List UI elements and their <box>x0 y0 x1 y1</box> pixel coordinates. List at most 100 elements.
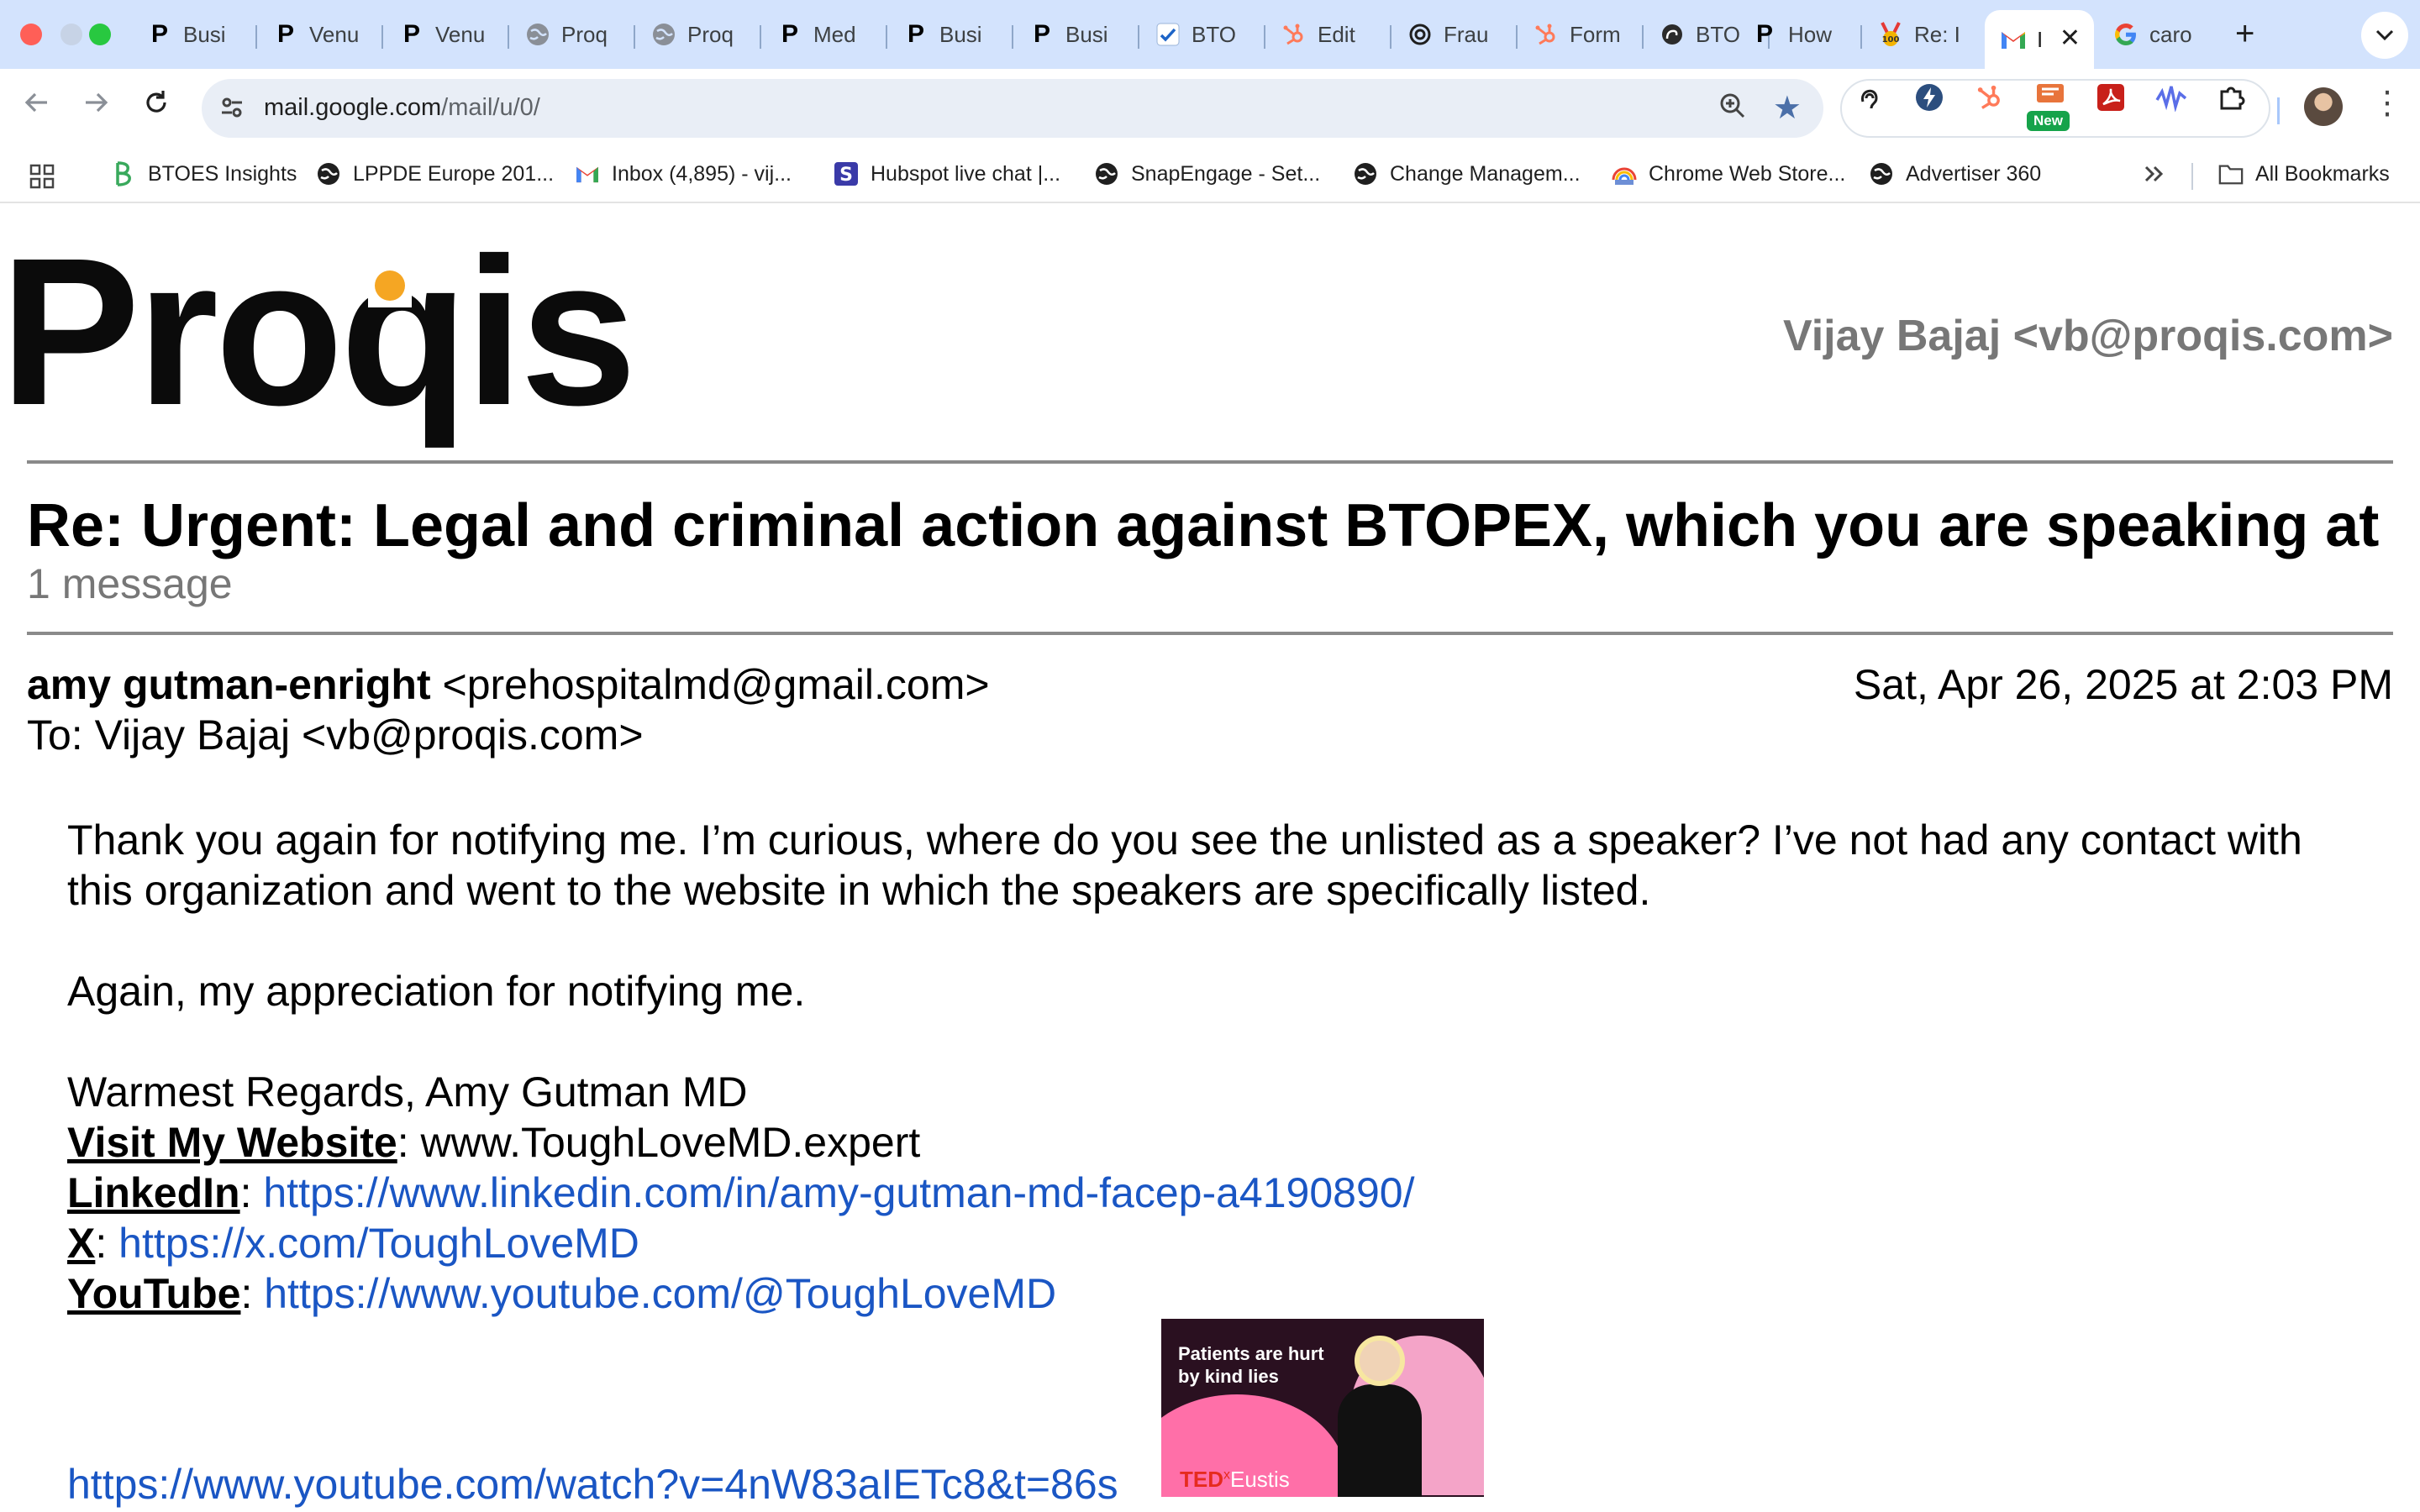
checkmark-icon <box>1155 21 1181 48</box>
bookmark-advertiser-360[interactable]: Advertiser 360 <box>1869 161 2041 186</box>
new-tab-button[interactable]: + <box>2235 15 2254 53</box>
bookmark-hubspot-live-chat[interactable]: S Hubspot live chat |... <box>834 161 1060 186</box>
pdf-extension-icon[interactable] <box>2094 81 2128 114</box>
bookmark-lppde[interactable]: LPPDE Europe 201... <box>316 161 554 186</box>
arrow-right-icon <box>86 92 108 113</box>
minimize-window-button[interactable] <box>60 24 82 45</box>
linkedin-link[interactable]: https://www.linkedin.com/in/amy-gutman-m… <box>263 1169 1414 1216</box>
chrome-menu-icon[interactable]: ⋮ <box>2371 84 2403 122</box>
proqis-logo: Proqis <box>0 214 637 449</box>
s-box-icon: S <box>834 161 859 186</box>
globe-icon <box>524 21 551 48</box>
signoff: Warmest Regards, Amy Gutman MD <box>67 1068 748 1116</box>
fullscreen-window-button[interactable] <box>89 24 111 45</box>
arrow-left-icon <box>24 92 47 113</box>
back-button[interactable] <box>22 87 52 126</box>
forward-button[interactable] <box>81 87 111 126</box>
svg-text:S: S <box>839 165 853 186</box>
google-icon <box>2112 21 2139 48</box>
tab-venu-1[interactable]: P Venu <box>257 12 381 57</box>
tab-re[interactable]: 100 Re: I <box>1862 12 1986 57</box>
body-paragraph: Thank you again for notifying me. I’m cu… <box>67 816 2302 914</box>
bookmark-inbox[interactable]: Inbox (4,895) - vij... <box>575 161 792 186</box>
audio-wave-extension-icon[interactable] <box>2154 81 2188 114</box>
x-label[interactable]: X <box>67 1220 95 1267</box>
bolt-extension-icon[interactable] <box>1912 81 1946 114</box>
profile-avatar[interactable] <box>2304 87 2343 126</box>
bookmark-btoes-insights[interactable]: BTOES Insights <box>111 161 297 186</box>
tab-busi-2[interactable]: P Busi <box>887 12 1012 57</box>
sender-line: amy gutman-enright <prehospitalmd@gmail.… <box>27 660 990 709</box>
email-subject: Re: Urgent: Legal and criminal action ag… <box>27 492 2380 559</box>
all-bookmarks-button[interactable]: All Bookmarks <box>2218 161 2390 186</box>
tab-busi-1[interactable]: P Busi <box>131 12 255 57</box>
double-chevron-right-icon <box>2144 165 2164 182</box>
btoes-icon <box>111 161 136 186</box>
browser-toolbar: mail.google.com/mail/u/0/ ★ New ⋮ <box>0 69 2420 146</box>
youtube-link[interactable]: https://www.youtube.com/@ToughLoveMD <box>264 1270 1056 1317</box>
reload-button[interactable] <box>141 87 171 126</box>
ear-extension-icon[interactable] <box>1852 81 1886 114</box>
bookmark-change-management[interactable]: Change Managem... <box>1353 161 1581 186</box>
youtube-label[interactable]: YouTube <box>67 1270 240 1317</box>
bookmarks-bar: BTOES Insights LPPDE Europe 201... Inbox… <box>0 146 2420 203</box>
tab-frau[interactable]: Frau <box>1392 12 1516 57</box>
website-value: : www.ToughLoveMD.expert <box>397 1119 921 1166</box>
site-info-icon[interactable] <box>218 94 245 128</box>
linkedin-label[interactable]: LinkedIn <box>67 1169 240 1216</box>
hubspot-extension-icon[interactable] <box>1973 81 2007 114</box>
x-link[interactable]: https://x.com/ToughLoveMD <box>118 1220 639 1267</box>
tab-proq-1[interactable]: Proq <box>509 12 634 57</box>
tab-search-button[interactable] <box>2361 12 2408 59</box>
tab-form[interactable]: Form <box>1518 12 1642 57</box>
tab-busi-3[interactable]: P Busi <box>1013 12 1138 57</box>
linkedin-line: LinkedIn: https://www.linkedin.com/in/am… <box>67 1169 1415 1216</box>
zoom-icon[interactable] <box>1718 91 1748 128</box>
youtube-line: YouTube: https://www.youtube.com/@ToughL… <box>67 1270 1057 1317</box>
p-logo-icon: P <box>402 20 420 48</box>
globe-icon <box>1869 161 1894 186</box>
message-count: 1 message <box>27 560 233 607</box>
url-text: mail.google.com/mail/u/0/ <box>264 94 540 121</box>
email-date: Sat, Apr 26, 2025 at 2:03 PM <box>1853 661 2393 708</box>
x-line: X: https://x.com/ToughLoveMD <box>67 1220 639 1267</box>
divider <box>27 460 2393 464</box>
globe-icon <box>1353 161 1378 186</box>
body-paragraph: Again, my appreciation for notifying me. <box>67 968 806 1015</box>
gmail-icon <box>575 161 600 186</box>
address-bar[interactable]: mail.google.com/mail/u/0/ ★ <box>202 79 1823 138</box>
bookmark-star-icon[interactable]: ★ <box>1773 89 1802 127</box>
globe-icon <box>650 21 677 48</box>
gmail-icon <box>2000 26 2027 53</box>
tab-caro[interactable]: caro <box>2097 12 2222 57</box>
p-logo-icon: P <box>1755 20 1773 48</box>
apps-grid-icon[interactable] <box>29 163 55 197</box>
sender-email: <prehospitalmd@gmail.com> <box>442 661 990 708</box>
tab-how[interactable]: P How <box>1736 12 1860 57</box>
video-thumbnail[interactable]: Patients are hurt by kind lies TEDxEusti… <box>1161 1319 1484 1497</box>
website-line: Visit My Website: www.ToughLoveMD.expert <box>67 1117 2353 1168</box>
youtube-video-link[interactable]: https://www.youtube.com/watch?v=4nW83aIE… <box>67 1460 1118 1509</box>
close-tab-icon[interactable]: ✕ <box>2060 24 2081 53</box>
close-window-button[interactable] <box>20 24 42 45</box>
tab-edit[interactable]: Edit <box>1265 12 1390 57</box>
logo-dot <box>375 270 405 301</box>
tab-bto-1[interactable]: BTO <box>1139 12 1264 57</box>
tab-venu-2[interactable]: P Venu <box>383 12 508 57</box>
chevron-down-icon <box>2375 29 2394 41</box>
website-label[interactable]: Visit My Website <box>67 1119 397 1166</box>
tab-med[interactable]: P Med <box>761 12 886 57</box>
bookmark-chrome-web-store[interactable]: Chrome Web Store... <box>1612 161 1845 186</box>
folder-icon <box>2218 161 2244 186</box>
new-extension-icon[interactable] <box>2033 81 2067 114</box>
tab-gmail-active[interactable]: I ✕ <box>1985 10 2094 69</box>
puzzle-extensions-icon[interactable] <box>2215 81 2249 114</box>
more-bookmarks-button[interactable] <box>2141 161 2166 193</box>
tedx-logo: TEDxEustis <box>1180 1467 1290 1492</box>
p-logo-icon: P <box>781 20 798 48</box>
hubspot-icon <box>1533 21 1560 48</box>
rainbow-icon <box>1612 161 1637 186</box>
bookmark-snapengage[interactable]: SnapEngage - Set... <box>1094 161 1320 186</box>
email-body: Thank you again for notifying me. I’m cu… <box>67 815 2353 1319</box>
tab-proq-2[interactable]: Proq <box>635 12 760 57</box>
